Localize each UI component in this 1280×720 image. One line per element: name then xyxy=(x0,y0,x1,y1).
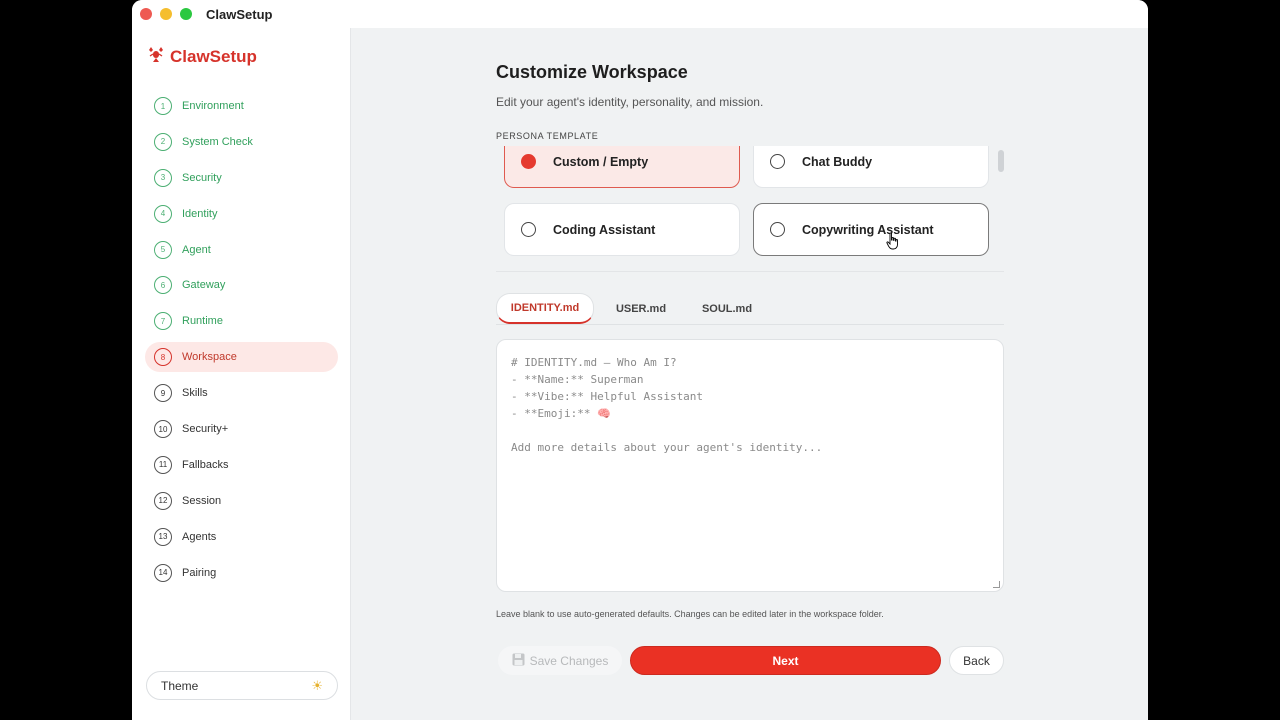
step-number: 8 xyxy=(154,348,172,367)
step-number: 2 xyxy=(154,132,172,151)
tab-identity-md[interactable]: IDENTITY.md xyxy=(496,293,594,324)
step-label: Identity xyxy=(182,207,218,220)
editor-hint: Leave blank to use auto-generated defaul… xyxy=(496,609,884,619)
minimize-window-button[interactable] xyxy=(160,8,172,20)
step-label: Runtime xyxy=(182,315,223,328)
step-label: Security+ xyxy=(182,423,229,436)
radio-unselected-icon xyxy=(521,222,536,237)
sidebar-step-runtime[interactable]: 7 Runtime xyxy=(145,306,338,336)
persona-label: Chat Buddy xyxy=(802,154,873,169)
step-number: 5 xyxy=(154,240,172,259)
lobster-icon xyxy=(148,46,164,68)
hand-cursor-icon xyxy=(886,232,898,250)
sun-icon: ☀ xyxy=(311,677,323,693)
step-label: Session xyxy=(182,494,222,507)
persona-label: Copywriting Assistant xyxy=(802,222,934,237)
persona-label: Coding Assistant xyxy=(553,222,656,237)
editor-line: - **Emoji:** 🧠 xyxy=(511,407,611,420)
app-window: ClawSetup ClawSetup 1 Environment 2 Syst… xyxy=(132,0,1148,720)
step-number: 3 xyxy=(154,168,172,187)
sidebar-step-gateway[interactable]: 6 Gateway xyxy=(145,270,338,300)
step-label: Skills xyxy=(182,387,208,400)
sidebar-step-agents[interactable]: 13 Agents xyxy=(145,522,338,552)
sidebar-step-fallbacks[interactable]: 11 Fallbacks xyxy=(145,450,338,480)
sidebar-step-skills[interactable]: 9 Skills xyxy=(145,378,338,408)
sidebar-step-security-plus[interactable]: 10 Security+ xyxy=(145,414,338,444)
persona-chat-buddy[interactable]: Chat Buddy xyxy=(753,146,989,188)
step-label: Workspace xyxy=(182,351,237,364)
window-controls xyxy=(140,8,192,20)
step-number: 6 xyxy=(154,276,172,295)
sidebar-step-agent[interactable]: 5 Agent xyxy=(145,235,338,265)
editor-blank-line xyxy=(511,422,989,439)
file-tabs: IDENTITY.md USER.md SOUL.md xyxy=(496,293,1004,325)
window-title: ClawSetup xyxy=(206,6,273,22)
theme-toggle-button[interactable]: Theme ☀ xyxy=(146,671,338,700)
next-button[interactable]: Next xyxy=(630,646,941,675)
sidebar-step-system-check[interactable]: 2 System Check xyxy=(145,127,338,157)
brand: ClawSetup xyxy=(148,46,257,68)
step-number: 4 xyxy=(154,204,172,223)
persona-custom-empty[interactable]: Custom / Empty xyxy=(504,146,740,188)
back-button[interactable]: Back xyxy=(949,646,1004,675)
sidebar-step-pairing[interactable]: 14 Pairing xyxy=(145,558,338,588)
persona-template-list[interactable]: Custom / Empty Chat Buddy Coding Assista… xyxy=(496,146,1004,272)
floppy-disk-icon xyxy=(512,653,525,669)
brand-name: ClawSetup xyxy=(170,47,257,66)
editor-line: - **Name:** Superman xyxy=(511,373,644,386)
step-label: Agent xyxy=(182,243,211,256)
step-number: 14 xyxy=(154,563,172,582)
sidebar-step-workspace[interactable]: 8 Workspace xyxy=(145,342,338,373)
step-label: Environment xyxy=(182,100,244,112)
step-label: Fallbacks xyxy=(182,458,229,471)
step-label: Security xyxy=(182,171,222,184)
save-changes-label: Save Changes xyxy=(529,653,609,668)
persona-copywriting-assistant[interactable]: Copywriting Assistant xyxy=(753,203,989,256)
sidebar-step-environment[interactable]: 1 Environment xyxy=(145,91,338,121)
step-number: 10 xyxy=(154,420,172,439)
step-label: System Check xyxy=(182,135,253,148)
page-title: Customize Workspace xyxy=(496,62,688,82)
persona-scrollbar[interactable] xyxy=(998,150,1004,172)
persona-section-label: PERSONA TEMPLATE xyxy=(496,131,599,141)
main-content: Customize Workspace Edit your agent's id… xyxy=(352,28,1148,720)
close-window-button[interactable] xyxy=(140,8,152,20)
persona-grid: Custom / Empty Chat Buddy Coding Assista… xyxy=(496,146,1004,271)
radio-unselected-icon xyxy=(770,222,785,237)
step-number: 13 xyxy=(154,527,172,546)
sidebar: ClawSetup 1 Environment 2 System Check 3… xyxy=(132,28,351,720)
step-label: Gateway xyxy=(182,279,226,292)
editor-placeholder: Add more details about your agent's iden… xyxy=(511,441,823,454)
persona-label: Custom / Empty xyxy=(553,154,649,169)
persona-coding-assistant[interactable]: Coding Assistant xyxy=(504,203,740,256)
step-number: 9 xyxy=(154,384,172,403)
markdown-editor[interactable]: # IDENTITY.md — Who Am I? - **Name:** Su… xyxy=(496,339,1004,592)
step-label: Agents xyxy=(182,530,217,543)
step-number: 1 xyxy=(154,97,172,115)
step-number: 11 xyxy=(154,455,172,474)
sidebar-step-security[interactable]: 3 Security xyxy=(145,163,338,193)
zoom-window-button[interactable] xyxy=(180,8,192,20)
page-subtitle: Edit your agent's identity, personality,… xyxy=(496,95,764,109)
editor-line: - **Vibe:** Helpful Assistant xyxy=(511,390,704,403)
tab-user-md[interactable]: USER.md xyxy=(596,293,686,324)
radio-unselected-icon xyxy=(770,154,785,169)
radio-selected-icon xyxy=(521,154,536,169)
step-list: 1 Environment 2 System Check 3 Security … xyxy=(145,91,338,593)
step-number: 7 xyxy=(154,312,172,331)
resize-handle-icon[interactable] xyxy=(993,581,1000,588)
theme-label: Theme xyxy=(161,678,199,693)
sidebar-step-session[interactable]: 12 Session xyxy=(145,486,338,516)
tab-soul-md[interactable]: SOUL.md xyxy=(686,293,768,324)
title-bar: ClawSetup xyxy=(132,0,1148,28)
editor-line: # IDENTITY.md — Who Am I? xyxy=(511,356,677,369)
save-changes-button[interactable]: Save Changes xyxy=(498,646,622,675)
step-label: Pairing xyxy=(182,566,217,579)
sidebar-step-identity[interactable]: 4 Identity xyxy=(145,199,338,229)
step-number: 12 xyxy=(154,491,172,510)
